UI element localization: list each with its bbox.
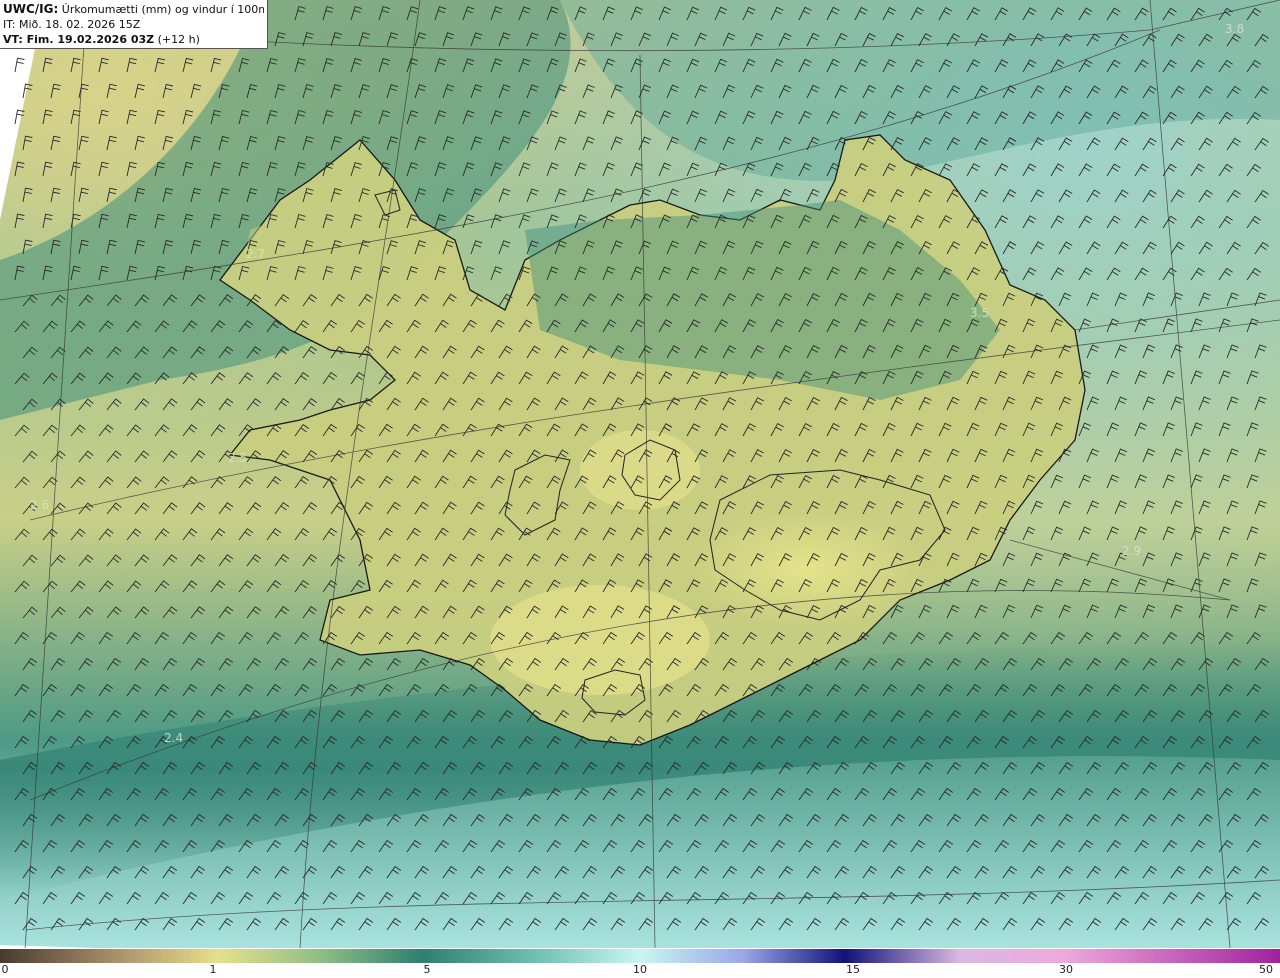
scale-tick-3: 10 [633, 963, 647, 976]
map-label-7: 2.5 [228, 451, 247, 465]
valid-time-line: VT: Fim. 19.02.2026 03Z (+12 h) [3, 32, 264, 47]
map-area: 2.7 3.5 2.6 2.4 2.9 3.8 2.5 [0, 0, 1280, 948]
color-scale-bar [0, 948, 1280, 963]
valid-time: VT: Fim. 19.02.2026 03Z [3, 33, 155, 46]
valid-offset: (+12 h) [157, 33, 200, 46]
map-label-4: 2.4 [164, 731, 183, 745]
color-scale-labels: 0 1 5 10 15 30 50 [0, 962, 1280, 978]
scale-tick-0: 0 [1, 963, 9, 976]
map-title: Úrkomumætti (mm) og vindur í 100m hæð [61, 3, 264, 16]
map-label-6: 3.8 [1225, 22, 1244, 36]
map-label-3: 2.6 [30, 498, 49, 512]
scale-tick-4: 15 [846, 963, 860, 976]
map-title-box: UWC/IG: Úrkomumætti (mm) og vindur í 100… [0, 0, 268, 49]
scale-tick-2: 5 [423, 963, 431, 976]
map-label-5: 2.9 [1122, 544, 1141, 558]
scale-tick-5: 30 [1059, 963, 1073, 976]
weather-map: 2.7 3.5 2.6 2.4 2.9 3.8 2.5 [0, 0, 1280, 948]
title-line: UWC/IG: Úrkomumætti (mm) og vindur í 100… [3, 2, 264, 17]
scale-tick-6: 50 [1259, 963, 1273, 976]
init-time: IT: Mið. 18. 02. 2026 15Z [3, 18, 141, 31]
model-code: UWC/IG: [3, 2, 59, 16]
map-label-1: 2.7 [246, 247, 265, 261]
scale-tick-1: 1 [209, 963, 217, 976]
map-label-2: 3.5 [970, 306, 989, 320]
